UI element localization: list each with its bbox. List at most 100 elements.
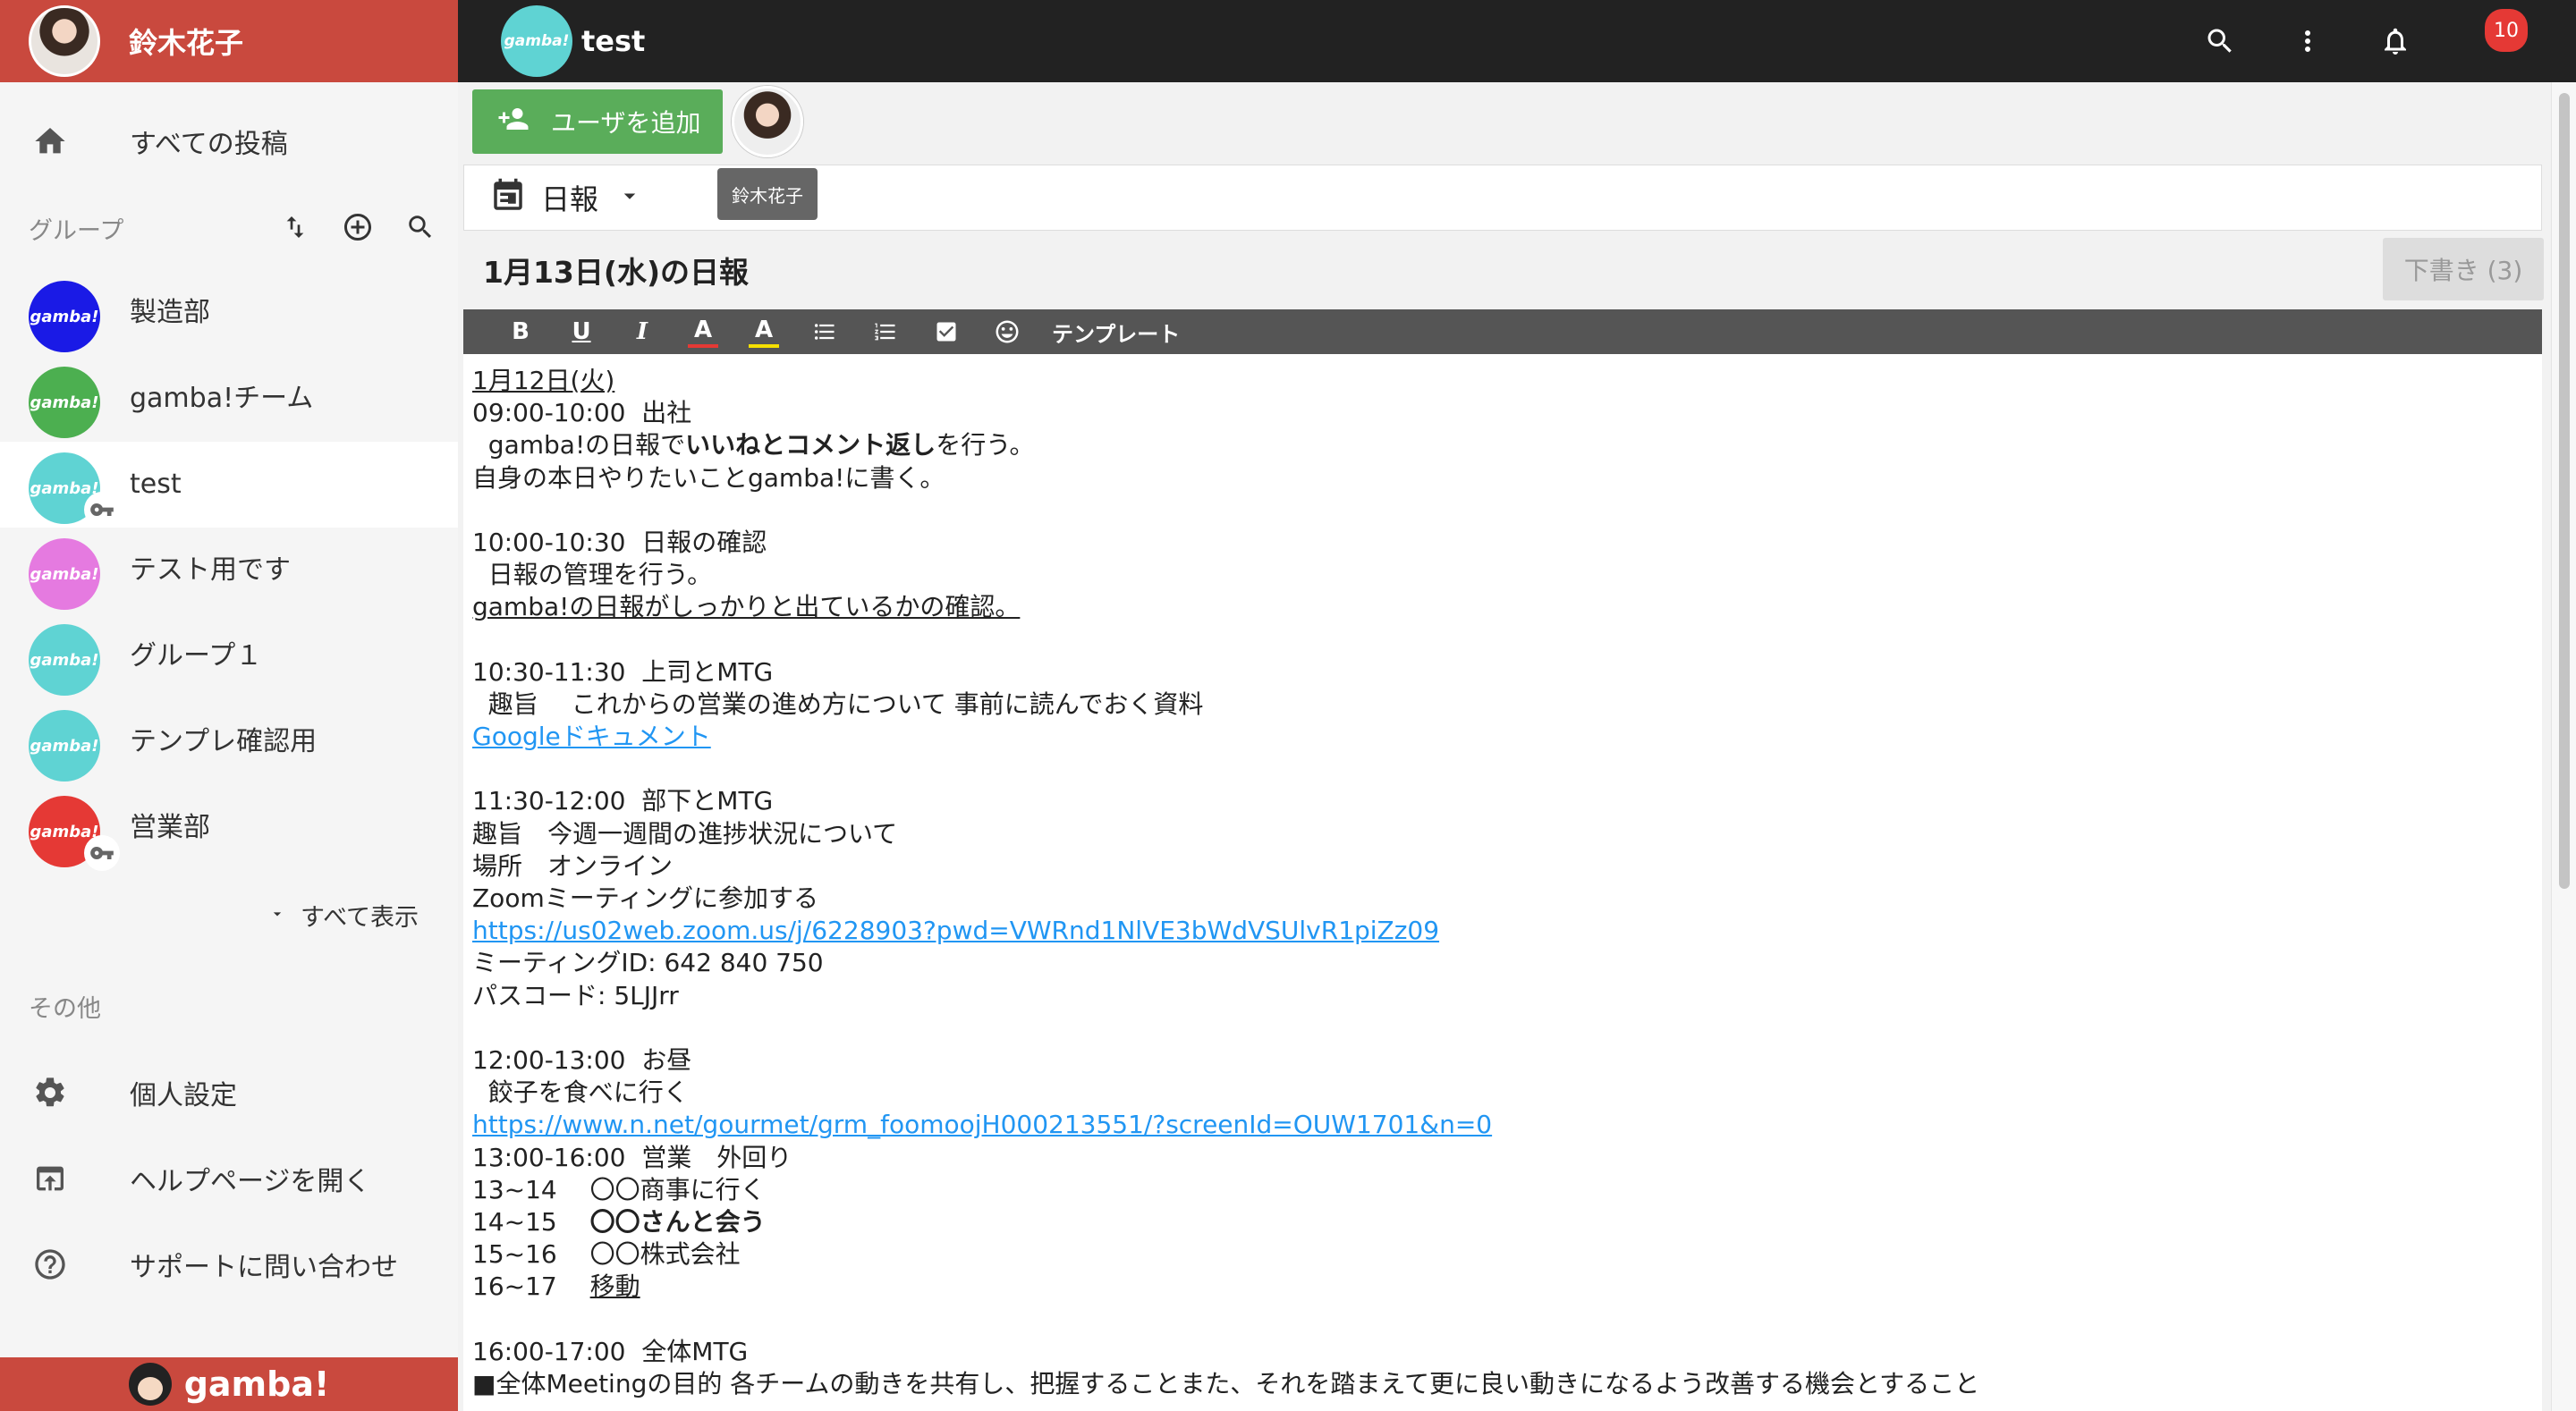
show-all-groups[interactable]: すべて表示	[268, 898, 419, 933]
editor-underline-text: 移動	[589, 1272, 640, 1302]
topbar: gamba! test 10	[458, 0, 2576, 82]
mascot-logo	[128, 1363, 172, 1406]
topbar-actions: 10	[2199, 0, 2528, 82]
editor-line: 13~14 〇〇商事に行く	[472, 1174, 766, 1204]
sidebar-footer: gamba!	[0, 1357, 458, 1411]
group-logo: gamba!	[29, 710, 100, 782]
search-group-icon[interactable]	[402, 209, 438, 245]
editor-line: https://www.n.net/gourmet/grm_foomoojH00…	[472, 1109, 2533, 1141]
editor-line: 餃子を食べに行く	[472, 1077, 689, 1108]
scrollbar-thumb[interactable]	[2559, 93, 2570, 889]
groups-section-label: グループ	[29, 217, 124, 245]
report-editor[interactable]: 1月12日(火) 09:00-10:00 出社 gamba!の日報でいいねとコメ…	[463, 354, 2542, 1411]
drafts-button[interactable]: 下書き (3)	[2383, 238, 2544, 300]
bullet-list-icon[interactable]	[794, 309, 855, 354]
google-doc-link[interactable]: Googleドキュメント	[472, 722, 711, 751]
group-item-test-you[interactable]: gamba! テスト用です	[0, 528, 458, 613]
group-logo: gamba!	[29, 538, 100, 610]
italic-icon[interactable]: I	[612, 309, 673, 354]
more-vert-icon[interactable]	[2286, 20, 2329, 63]
group-item-gamba-team[interactable]: gamba! gamba!チーム	[0, 356, 458, 442]
nav-help[interactable]: ヘルプページを開く	[0, 1136, 458, 1221]
sort-icon[interactable]	[277, 209, 313, 245]
group-item-seizoubu[interactable]: gamba! 製造部	[0, 270, 458, 356]
editor-line: ミーティングID: 642 840 750	[472, 948, 824, 978]
editor-text: gamba!の日報で	[472, 430, 686, 460]
editor-line: 14~15 〇〇さんと会う	[472, 1206, 2533, 1238]
group-name: 営業部	[130, 812, 210, 843]
group-name: 製造部	[130, 297, 210, 328]
editor-line: 自身の本日やりたいことgamba!に書く。	[472, 462, 945, 493]
group-name: テンプレ確認用	[130, 726, 318, 757]
home-icon	[29, 120, 72, 163]
member-tooltip: 鈴木花子	[717, 168, 818, 220]
gourmet-link[interactable]: https://www.n.net/gourmet/grm_foomoojH00…	[472, 1110, 1492, 1139]
editor-line: パスコード: 5LJJrr	[472, 980, 679, 1010]
group-name: テスト用です	[130, 554, 291, 586]
editor-line: 12:00-13:00 お昼	[472, 1044, 692, 1075]
group-item-template-check[interactable]: gamba! テンプレ確認用	[0, 699, 458, 785]
current-group-title: test	[581, 24, 646, 58]
editor-text: gamba!の日報がしっかりと出ているかの確認。	[472, 592, 1021, 622]
emoji-icon[interactable]	[977, 309, 1038, 354]
editor-line: 趣旨 これからの営業の進め方について 事前に読んでおく資料	[472, 689, 1204, 719]
editor-line: Zoomミーティングに参加する	[472, 883, 819, 913]
group-item-test[interactable]: gamba! test	[0, 442, 458, 528]
editor-line: 11:30-12:00 部下とMTG	[472, 786, 774, 816]
add-group-icon[interactable]	[340, 209, 376, 245]
editor-line: 場所 オンライン	[472, 850, 674, 881]
key-icon	[84, 492, 120, 528]
nav-settings-label: 個人設定	[130, 1080, 237, 1111]
editor-text: を行う。	[936, 430, 1035, 460]
nav-support[interactable]: サポートに問い合わせ	[0, 1221, 458, 1307]
dropdown-caret-icon	[616, 182, 643, 213]
bell-icon[interactable]	[2374, 20, 2417, 63]
group-logo: gamba!	[29, 624, 100, 696]
current-group-logo: gamba!	[501, 5, 572, 77]
template-insert-button[interactable]: テンプレート	[1052, 317, 1180, 348]
nav-all-posts[interactable]: すべての投稿	[0, 98, 458, 184]
user-avatar[interactable]	[29, 5, 100, 77]
member-avatar[interactable]	[732, 86, 803, 157]
editor-line: 15~16 〇〇株式会社	[472, 1239, 741, 1270]
highlight-color-icon[interactable]: A	[749, 316, 779, 348]
page-scrollbar[interactable]	[2551, 82, 2576, 1411]
group-item-group1[interactable]: gamba! グループ１	[0, 613, 458, 699]
nav-settings[interactable]: 個人設定	[0, 1050, 458, 1136]
add-user-label: ユーザを追加	[551, 108, 701, 138]
user-name: 鈴木花子	[129, 26, 244, 60]
text-color-icon[interactable]: A	[688, 316, 718, 348]
gear-icon	[29, 1071, 72, 1114]
user-header[interactable]: 鈴木花子	[0, 0, 458, 82]
other-section-label: その他	[29, 995, 101, 1023]
numbered-list-icon[interactable]	[855, 309, 916, 354]
editor-line: gamba!の日報でいいねとコメント返しを行う。	[472, 429, 2533, 461]
editor-line: https://us02web.zoom.us/j/6228903?pwd=VW…	[472, 915, 2533, 947]
bold-icon[interactable]: B	[490, 309, 551, 354]
editor-line: 10:00-10:30 日報の確認	[472, 527, 767, 557]
editor-text: 14~15	[472, 1206, 590, 1237]
zoom-link[interactable]: https://us02web.zoom.us/j/6228903?pwd=VW…	[472, 916, 1439, 945]
group-tools	[277, 209, 438, 245]
add-user-button[interactable]: ユーザを追加	[472, 89, 723, 154]
underline-icon[interactable]: U	[551, 309, 612, 354]
nav-all-posts-label: すべての投稿	[130, 129, 288, 160]
editor-toolbar: B U I A A テンプレート	[463, 309, 2542, 354]
checkbox-icon[interactable]	[916, 309, 977, 354]
caret-down-icon	[268, 901, 286, 929]
footer-brand: gamba!	[183, 1365, 330, 1404]
editor-bold-text: いいねとコメント返し	[685, 430, 936, 460]
group-name: test	[130, 469, 182, 500]
main-area: ユーザを追加 鈴木花子 日報 1月13日(水)の日報 下書き (3) B U I…	[458, 82, 2551, 1411]
chat-icon[interactable]: 10	[2462, 9, 2528, 63]
editor-line: 09:00-10:00 出社	[472, 398, 692, 428]
search-icon[interactable]	[2199, 20, 2241, 63]
report-title: 1月13日(水)の日報	[483, 255, 750, 290]
editor-line: Googleドキュメント	[472, 721, 2533, 753]
open-in-browser-icon	[29, 1157, 72, 1200]
editor-line: 10:30-11:30 上司とMTG	[472, 656, 774, 687]
group-item-eigyoubu[interactable]: gamba! 営業部	[0, 785, 458, 871]
